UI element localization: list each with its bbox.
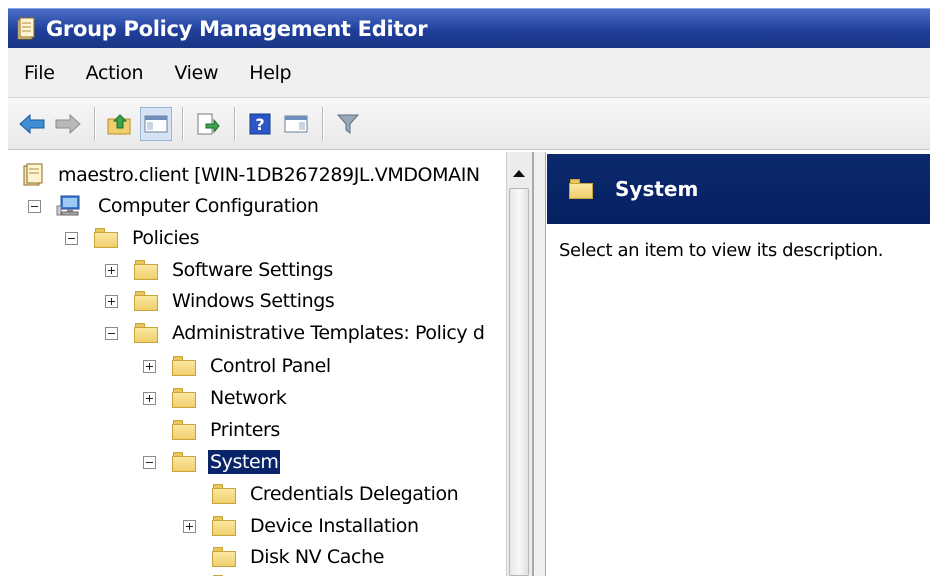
tree-item-device-installation[interactable]: Device Installation xyxy=(212,511,421,541)
toolbar-separator xyxy=(322,106,324,141)
group-policy-app-icon xyxy=(16,17,36,41)
folder-icon xyxy=(94,228,118,248)
tree-item-label: Policies xyxy=(132,227,200,249)
scroll-up-arrow-icon[interactable] xyxy=(507,160,531,186)
folder-icon xyxy=(134,323,158,343)
export-list-icon[interactable] xyxy=(192,107,224,141)
folder-icon xyxy=(172,356,196,376)
toolbar-separator xyxy=(94,106,96,141)
expand-icon[interactable] xyxy=(105,295,118,308)
folder-icon xyxy=(134,260,158,280)
tree-item-root[interactable]: maestro.client [WIN-1DB267289JL.VMDOMAIN xyxy=(22,160,482,190)
show-hide-console-tree-icon[interactable] xyxy=(140,106,172,141)
menu-file[interactable]: File xyxy=(24,62,55,84)
folder-icon xyxy=(212,547,236,567)
help-icon[interactable]: ? xyxy=(244,107,276,141)
expand-icon[interactable] xyxy=(105,264,118,277)
tree-item-label: Windows Settings xyxy=(172,290,335,312)
tree-item-label: Computer Configuration xyxy=(98,195,319,217)
svg-text:?: ? xyxy=(255,115,264,134)
collapse-icon[interactable] xyxy=(105,327,118,340)
tree-item-label: Device Installation xyxy=(250,515,419,537)
toolbar: ? xyxy=(8,98,930,150)
collapse-icon[interactable] xyxy=(143,456,156,469)
folder-icon xyxy=(212,516,236,536)
console-tree[interactable]: maestro.client [WIN-1DB267289JL.VMDOMAIN… xyxy=(8,152,534,576)
tree-item-label: Administrative Templates: Policy d xyxy=(172,322,485,344)
window-title: Group Policy Management Editor xyxy=(46,16,428,41)
tree-item-partial[interactable] xyxy=(212,570,248,576)
toolbar-separator xyxy=(182,106,184,141)
scroll-thumb[interactable] xyxy=(509,188,529,576)
computer-icon xyxy=(56,194,84,218)
title-bar: Group Policy Management Editor xyxy=(8,8,930,48)
details-description: Select an item to view its description. xyxy=(559,240,884,261)
gpo-document-icon xyxy=(22,163,44,187)
folder-icon xyxy=(569,179,593,199)
expand-icon[interactable] xyxy=(143,392,156,405)
tree-item-credentials-delegation[interactable]: Credentials Delegation xyxy=(212,479,460,509)
tree-scrollbar[interactable] xyxy=(506,152,532,576)
up-folder-icon[interactable] xyxy=(104,107,136,141)
tree-item-control-panel[interactable]: Control Panel xyxy=(172,351,333,381)
tree-item-windows-settings[interactable]: Windows Settings xyxy=(134,286,336,316)
menu-view[interactable]: View xyxy=(174,62,218,84)
tree-item-label: Disk NV Cache xyxy=(250,546,384,568)
menu-bar: File Action View Help xyxy=(8,48,930,98)
toolbar-separator xyxy=(234,106,236,141)
tree-item-label: Printers xyxy=(210,419,280,441)
filter-icon[interactable] xyxy=(332,107,364,141)
expand-icon[interactable] xyxy=(143,360,156,373)
pane-splitter[interactable] xyxy=(534,152,546,576)
details-title: System xyxy=(615,177,699,201)
folder-icon xyxy=(172,452,196,472)
tree-item-disk-nv-cache[interactable]: Disk NV Cache xyxy=(212,542,386,572)
tree-item-label: Software Settings xyxy=(172,259,333,281)
tree-item-software-settings[interactable]: Software Settings xyxy=(134,255,335,285)
folder-icon xyxy=(172,388,196,408)
folder-icon xyxy=(212,484,236,504)
tree-item-label: Credentials Delegation xyxy=(250,483,459,505)
show-action-pane-icon[interactable] xyxy=(280,107,312,141)
tree-item-system[interactable]: System xyxy=(172,447,281,477)
tree-item-network[interactable]: Network xyxy=(172,383,289,413)
tree-item-label: maestro.client [WIN-1DB267289JL.VMDOMAIN xyxy=(58,164,480,186)
tree-item-administrative-templates[interactable]: Administrative Templates: Policy d xyxy=(134,318,487,348)
forward-arrow-icon[interactable] xyxy=(52,107,84,141)
collapse-icon[interactable] xyxy=(28,200,41,213)
folder-icon xyxy=(134,291,158,311)
tree-item-label: System xyxy=(208,450,281,474)
tree-item-label: Control Panel xyxy=(210,355,331,377)
details-pane: System Select an item to view its descri… xyxy=(547,152,930,576)
tree-item-printers[interactable]: Printers xyxy=(172,415,282,445)
expand-icon[interactable] xyxy=(183,520,196,533)
tree-item-computer-configuration[interactable]: Computer Configuration xyxy=(56,191,321,221)
folder-icon xyxy=(172,420,196,440)
menu-help[interactable]: Help xyxy=(249,62,291,84)
menu-action[interactable]: Action xyxy=(86,62,144,84)
tree-item-policies[interactable]: Policies xyxy=(94,223,201,253)
details-header: System xyxy=(547,154,930,224)
back-arrow-icon[interactable] xyxy=(16,107,48,141)
tree-item-label: Network xyxy=(210,387,287,409)
collapse-icon[interactable] xyxy=(65,232,78,245)
